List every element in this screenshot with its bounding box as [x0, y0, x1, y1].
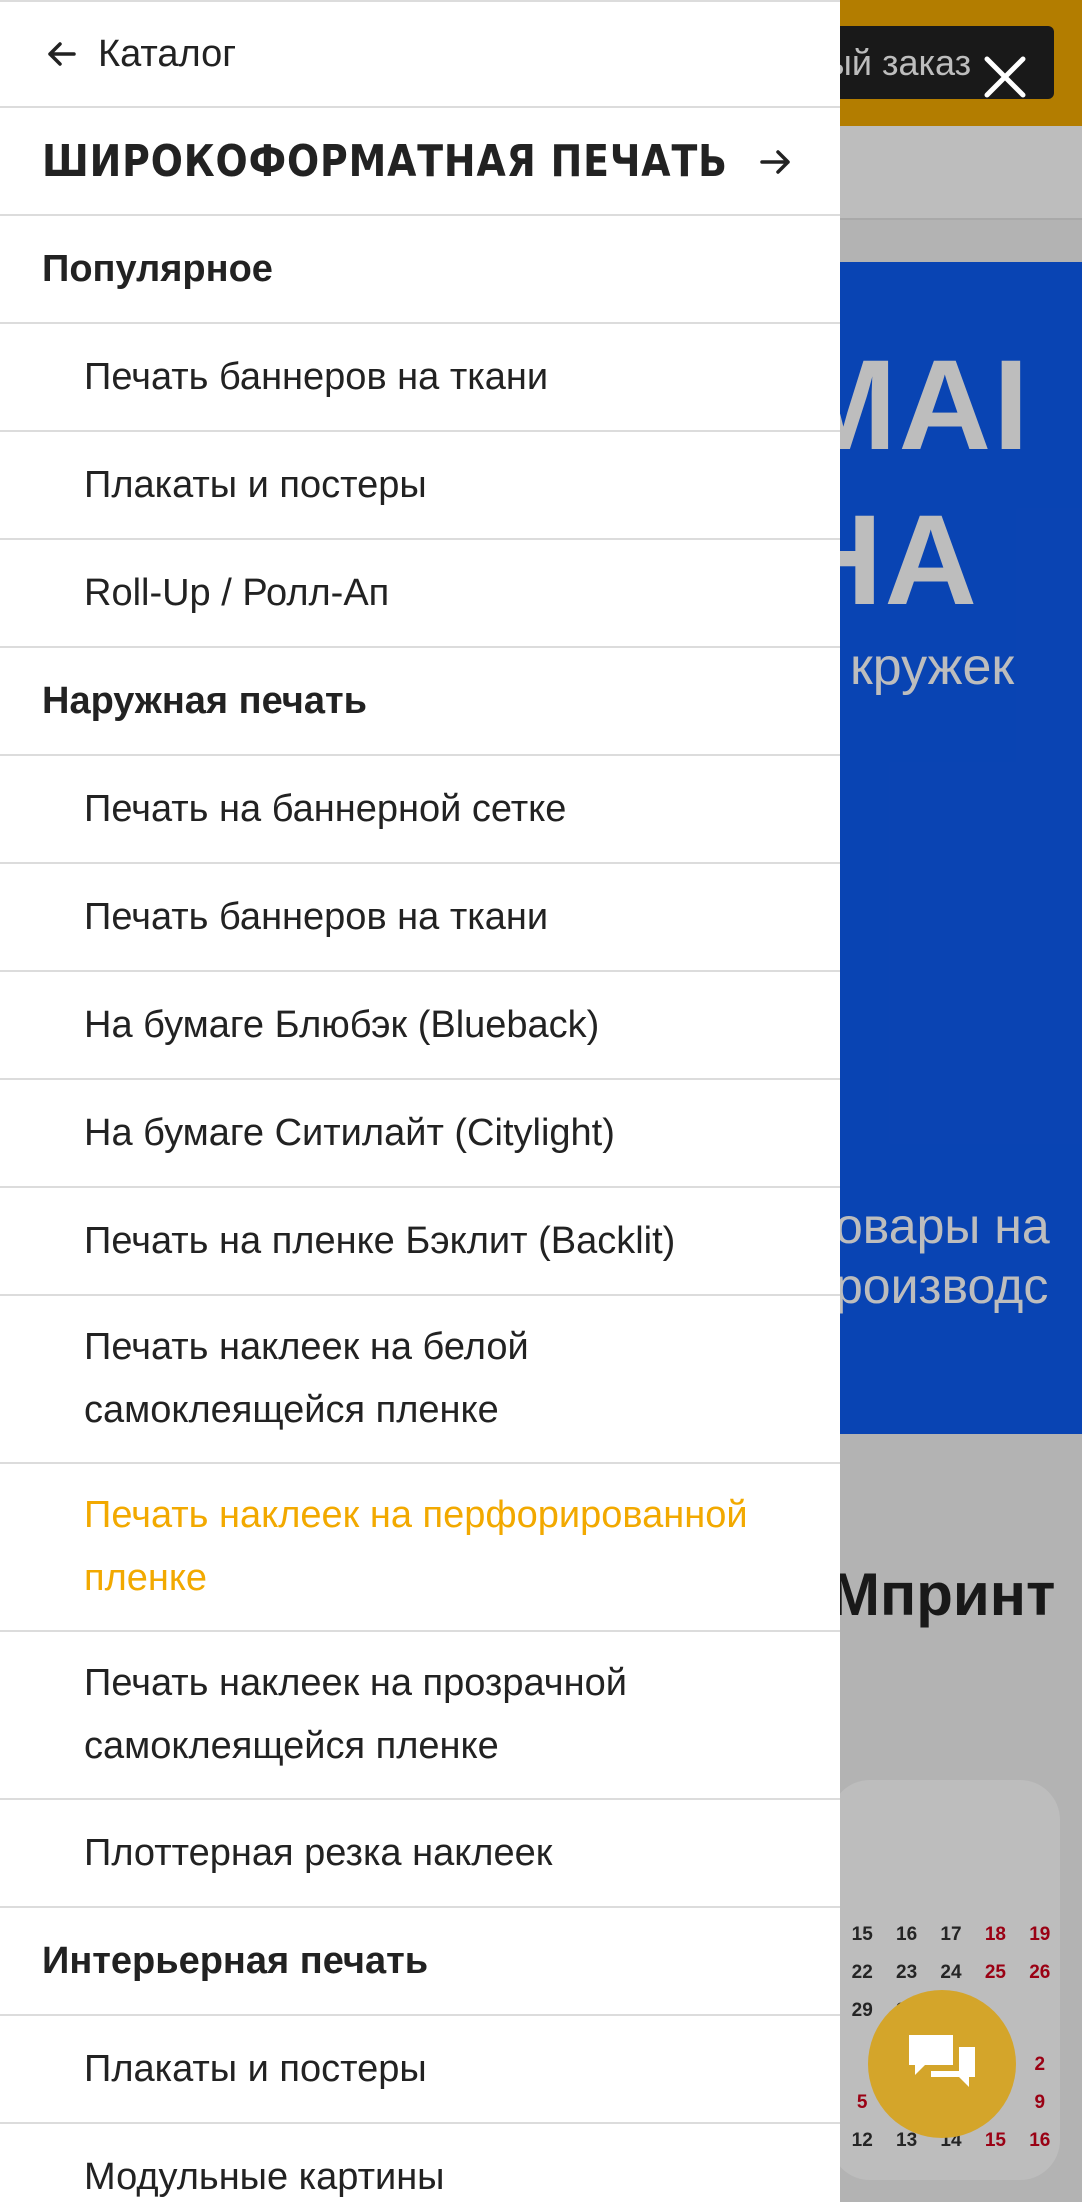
menu-item-label: Roll-Up / Ролл-Ап: [84, 571, 390, 614]
menu-groups: Популярное Печать баннеров на ткани Плакат…: [0, 216, 840, 2202]
menu-group-title: Наружная печать: [42, 679, 367, 722]
menu-item[interactable]: Плакаты и постеры: [0, 2016, 840, 2124]
section-title: Широкоформатная печать: [42, 135, 728, 187]
menu-item[interactable]: Печать баннеров на ткани: [0, 864, 840, 972]
menu-item[interactable]: Плоттерная резка наклеек: [0, 1800, 840, 1908]
menu-group-header: Интерьерная печать: [0, 1908, 840, 2016]
arrow-left-icon: [42, 35, 80, 73]
menu-item-label: Плоттерная резка наклеек: [84, 1831, 553, 1874]
menu-item[interactable]: Roll-Up / Ролл-Ап: [0, 540, 840, 648]
menu-item[interactable]: На бумаге Блюбэк (Blueback): [0, 972, 840, 1080]
close-icon: [984, 56, 1026, 98]
menu-item-label: Плакаты и постеры: [84, 463, 427, 506]
section-link-large-format-printing[interactable]: Широкоформатная печать: [0, 108, 840, 216]
menu-item-label: Печать на пленке Бэклит (Backlit): [84, 1219, 676, 1262]
menu-item-label: На бумаге Ситилайт (Citylight): [84, 1111, 615, 1154]
menu-item-label: Печать на баннерной сетке: [84, 787, 567, 830]
menu-item-label: На бумаге Блюбэк (Blueback): [84, 1003, 600, 1046]
menu-item-label: Печать наклеек на перфорированной пленке: [84, 1494, 748, 1599]
menu-item[interactable]: Печать на баннерной сетке: [0, 756, 840, 864]
menu-item[interactable]: Печать наклеек на перфорированной пленке: [0, 1464, 840, 1632]
back-to-catalog-button[interactable]: Каталог: [0, 0, 840, 108]
catalog-drawer: Каталог Широкоформатная печать Популярно…: [0, 0, 840, 2202]
menu-group-header: Популярное: [0, 216, 840, 324]
menu-item[interactable]: Печать наклеек на белой самоклеящейся пл…: [0, 1296, 840, 1464]
menu-item[interactable]: На бумаге Ситилайт (Citylight): [0, 1080, 840, 1188]
arrow-right-icon: [756, 142, 796, 182]
close-menu-button[interactable]: [970, 42, 1040, 112]
menu-item-label: Модульные картины: [84, 2155, 445, 2198]
menu-item-label: Печать баннеров на ткани: [84, 355, 549, 398]
chat-icon: [909, 2035, 975, 2087]
menu-item[interactable]: Плакаты и постеры: [0, 432, 840, 540]
menu-item[interactable]: Модульные картины: [0, 2124, 840, 2202]
menu-item-label: Плакаты и постеры: [84, 2047, 427, 2090]
screen: ый заказ МАІ НА кружек овары на роизводс…: [0, 0, 1082, 2202]
menu-item[interactable]: Печать на пленке Бэклит (Backlit): [0, 1188, 840, 1296]
back-label: Каталог: [98, 32, 237, 75]
chat-button[interactable]: [868, 1990, 1016, 2138]
menu-item-label: Печать наклеек на белой самоклеящейся пл…: [84, 1326, 529, 1431]
menu-item[interactable]: Печать баннеров на ткани: [0, 324, 840, 432]
menu-group-header: Наружная печать: [0, 648, 840, 756]
menu-item[interactable]: Печать наклеек на прозрачной самоклеящей…: [0, 1632, 840, 1800]
menu-group-title: Интерьерная печать: [42, 1939, 429, 1982]
menu-item-label: Печать наклеек на прозрачной самоклеящей…: [84, 1662, 627, 1767]
menu-group-title: Популярное: [42, 247, 273, 290]
menu-item-label: Печать баннеров на ткани: [84, 895, 549, 938]
